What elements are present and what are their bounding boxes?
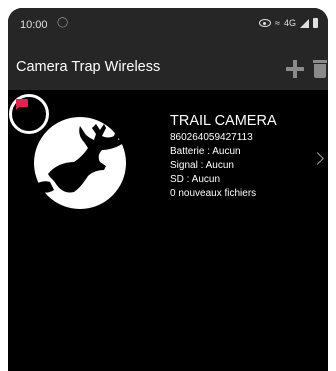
chevron-right-icon: [311, 152, 324, 165]
camera-name: TRAIL CAMERA: [170, 113, 277, 129]
flag-highlight-circle: [9, 94, 49, 134]
trash-icon: [313, 60, 327, 63]
add-camera-button[interactable]: [286, 60, 304, 78]
new-files-count: 0 nouveaux fichiers: [170, 188, 257, 199]
signal-4g-label: 4G: [283, 18, 296, 28]
sd-status: SD : Aucun: [170, 174, 221, 185]
camera-id: 860264059427113: [170, 132, 253, 143]
battery-icon: [313, 18, 318, 28]
app-title: Camera Trap Wireless: [16, 59, 161, 75]
notification-icon: ◯: [57, 17, 69, 28]
phone-screen: 10:00 ◯ ≈ 4G Camera Trap Wireless TRAIL …: [8, 8, 328, 371]
status-icons: ≈ 4G: [259, 18, 318, 28]
flag-icon[interactable]: [16, 99, 28, 110]
camera-list: TRAIL CAMERA 860264059427113 Batterie : …: [8, 90, 328, 371]
signal-status: Signal : Aucun: [170, 160, 234, 171]
signal-icon: [300, 18, 309, 28]
wifi-icon: ≈: [275, 18, 280, 28]
camera-list-item[interactable]: TRAIL CAMERA 860264059427113 Batterie : …: [8, 110, 328, 210]
delete-button[interactable]: [313, 60, 327, 78]
battery-status: Batterie : Aucun: [170, 146, 241, 157]
status-time: 10:00: [20, 19, 48, 31]
eye-icon: [259, 19, 272, 27]
app-bar: Camera Trap Wireless: [8, 42, 328, 90]
status-bar: 10:00 ◯ ≈ 4G: [8, 8, 328, 42]
